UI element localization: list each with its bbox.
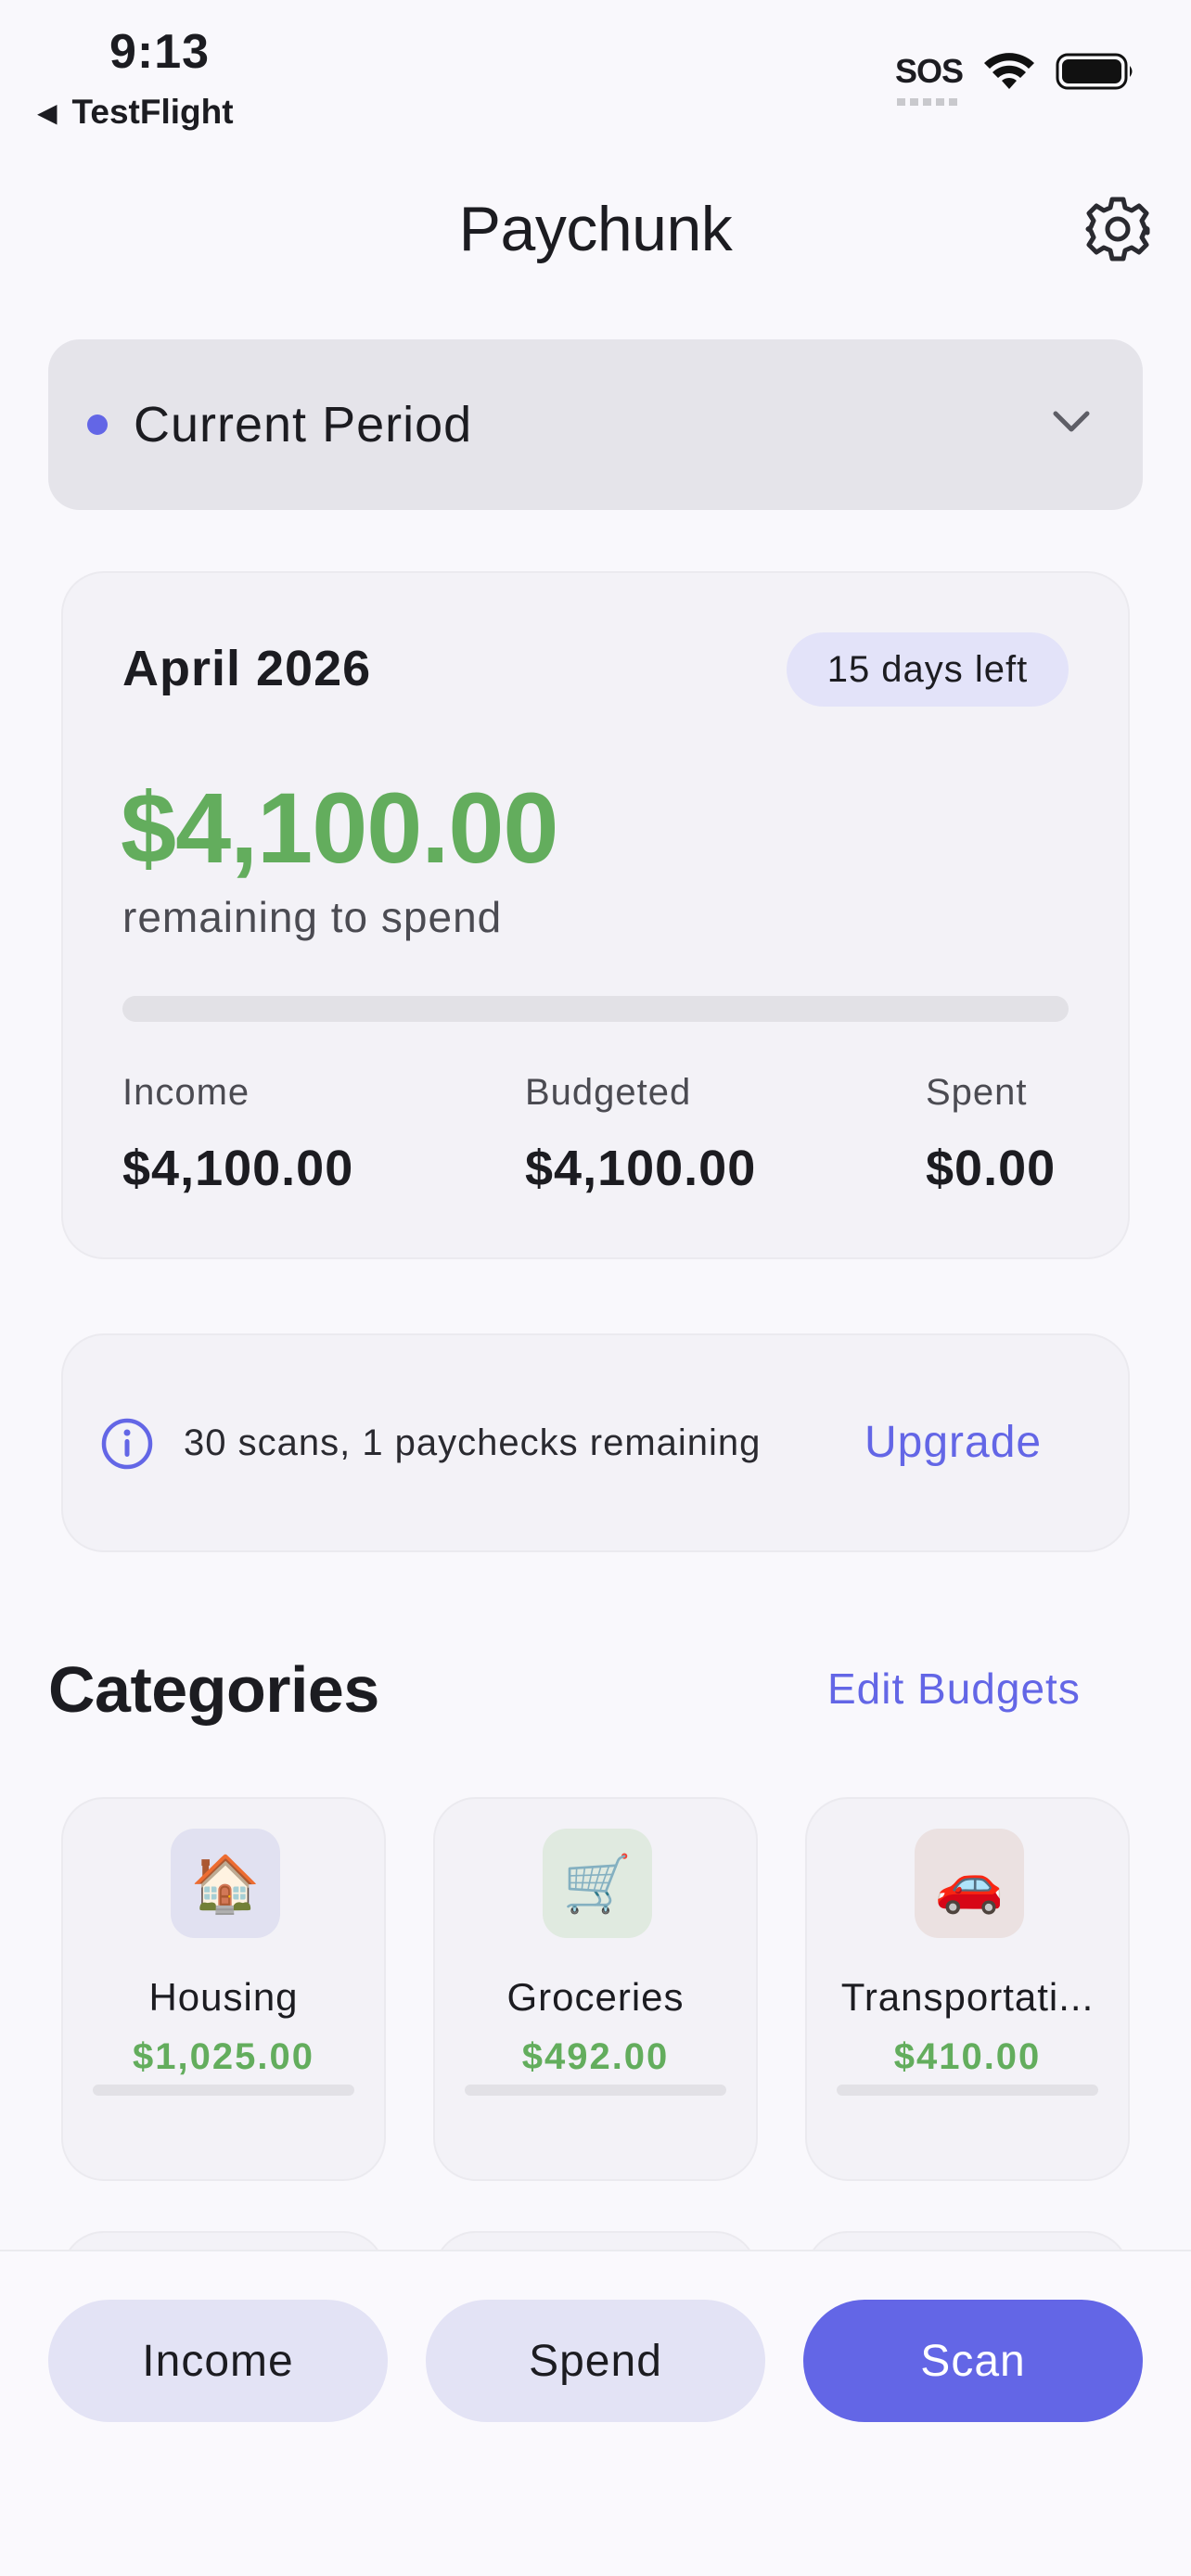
edit-budgets-link[interactable]: Edit Budgets [827, 1664, 1081, 1714]
income-stat-value: $4,100.00 [122, 1141, 354, 1196]
category-progress-bar [93, 2085, 354, 2096]
period-indicator-dot [87, 414, 108, 435]
plan-limits-text: 30 scans, 1 paychecks remaining [184, 1422, 762, 1463]
category-amount: $410.00 [893, 2036, 1042, 2077]
categories-heading: Categories [48, 1653, 379, 1726]
budgeted-stat-label: Budgeted [525, 1072, 692, 1113]
category-name: Transportati... [840, 1975, 1095, 2019]
period-selector[interactable]: Current Period [48, 339, 1143, 510]
spend-button[interactable]: Spend [426, 2300, 765, 2422]
chevron-down-icon [1053, 411, 1090, 432]
upgrade-link[interactable]: Upgrade [864, 1417, 1042, 1468]
income-stat: Income $4,100.00 [122, 1072, 353, 1197]
app-title: Paychunk [458, 194, 733, 264]
category-card-groceries[interactable]: 🛒 Groceries $492.00 [433, 1797, 758, 2181]
period-label: Current Period [134, 397, 473, 453]
spending-progress-bar [122, 996, 1069, 1022]
category-progress-bar [837, 2085, 1098, 2096]
gear-icon [1085, 197, 1150, 261]
category-amount: $492.00 [521, 2036, 670, 2077]
remaining-label: remaining to spend [122, 893, 503, 941]
house-icon: 🏠 [171, 1829, 280, 1938]
income-button[interactable]: Income [48, 2300, 388, 2422]
sos-label: SOS [894, 52, 964, 106]
status-time: 9:13 [109, 25, 211, 79]
spent-stat-label: Spent [926, 1072, 1028, 1113]
period-month: April 2026 [122, 641, 372, 696]
back-to-testflight[interactable]: ◀ TestFlight [37, 93, 234, 132]
back-triangle-icon: ◀ [37, 97, 58, 127]
category-card-housing[interactable]: 🏠 Housing $1,025.00 [61, 1797, 386, 2181]
budgeted-stat: Budgeted $4,100.00 [525, 1072, 756, 1197]
category-amount: $1,025.00 [133, 2036, 314, 2077]
spent-stat-value: $0.00 [926, 1141, 1057, 1196]
car-icon: 🚗 [915, 1829, 1024, 1938]
status-indicators: SOS [894, 52, 1135, 106]
days-left-badge: 15 days left [787, 632, 1069, 707]
category-name: Groceries [506, 1975, 685, 2019]
income-stat-label: Income [122, 1072, 250, 1113]
battery-icon [1056, 53, 1133, 90]
category-name: Housing [148, 1975, 299, 2019]
scan-button[interactable]: Scan [803, 2300, 1143, 2422]
category-progress-bar [465, 2085, 726, 2096]
wifi-icon [984, 53, 1034, 89]
settings-button[interactable] [1083, 195, 1152, 263]
remaining-amount: $4,100.00 [121, 772, 558, 884]
info-icon [101, 1418, 153, 1470]
budgeted-stat-value: $4,100.00 [525, 1141, 757, 1196]
category-card-transportation[interactable]: 🚗 Transportati... $410.00 [805, 1797, 1130, 2181]
shopping-cart-icon: 🛒 [543, 1829, 652, 1938]
back-label: TestFlight [71, 93, 234, 131]
spent-stat: Spent $0.00 [926, 1072, 1056, 1197]
